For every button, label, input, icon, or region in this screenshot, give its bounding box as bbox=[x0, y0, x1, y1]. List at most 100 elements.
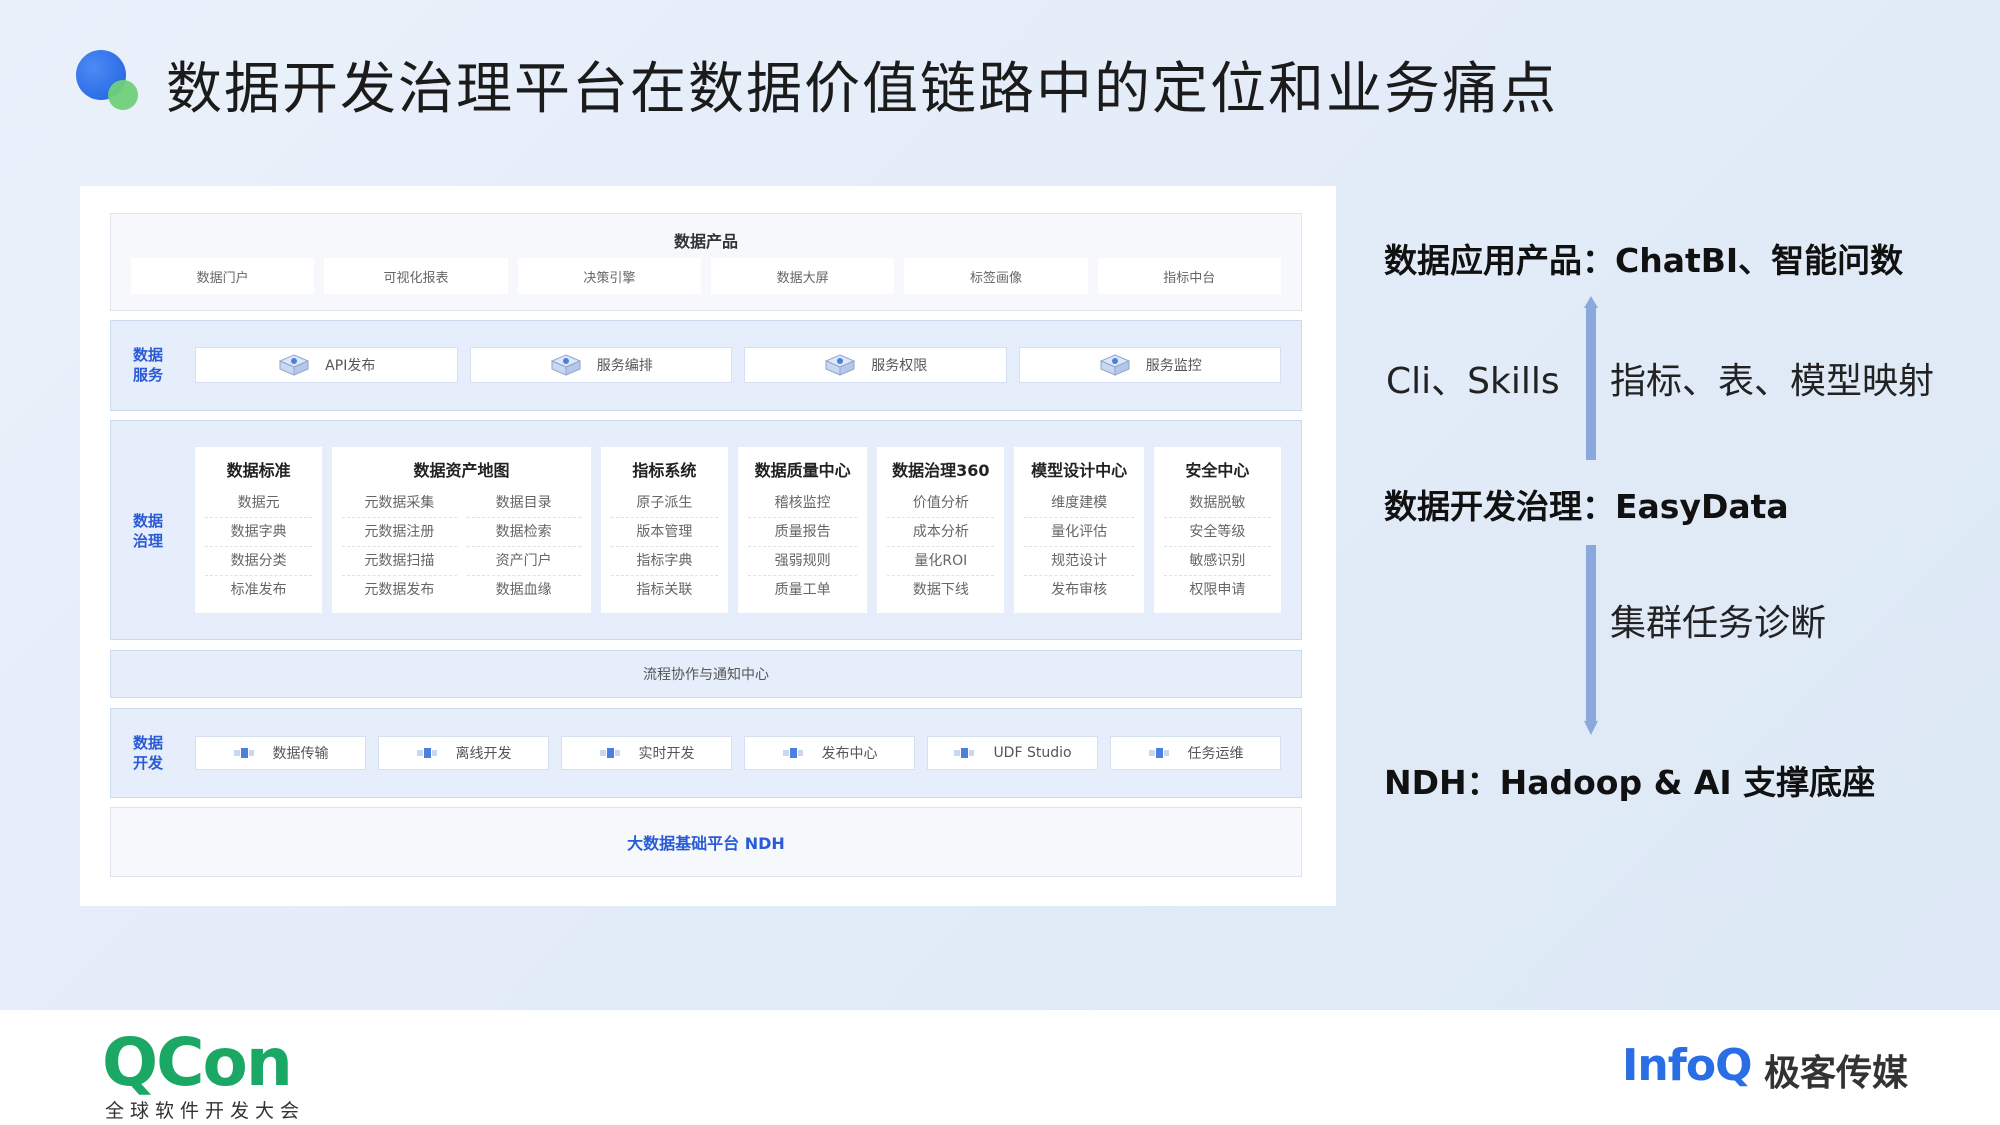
mapping-label: 指标、表、模型映射 bbox=[1610, 361, 1935, 402]
product-item: 决策引擎 bbox=[517, 258, 701, 294]
service-cube-icon bbox=[824, 354, 856, 376]
module-list-item: 安全等级 bbox=[1163, 518, 1271, 547]
data-development-items: 数据传输 离线开发 实时开发 发布中心 UDF Studio 任务运维 bbox=[195, 736, 1281, 770]
module-list-item: 元数据发布 bbox=[364, 582, 435, 598]
module-list: 数据目录 数据检索 资产门户 数据血缘 bbox=[466, 489, 581, 605]
data-governance-label: 数据 治理 bbox=[111, 511, 185, 551]
module-list-item: 规范设计 bbox=[1024, 547, 1134, 576]
module-list-item: 指标关联 bbox=[636, 582, 693, 598]
data-governance-layer: 数据 治理 数据标准 数据元 数据字典 数据分类 标准发布 数据资产地图 元数据… bbox=[110, 420, 1302, 640]
data-product-title: 数据产品 bbox=[673, 232, 738, 251]
module-list: 数据元 数据字典 数据分类 标准发布 bbox=[195, 489, 322, 605]
module-list: 价值分析 成本分析 量化ROI 数据下线 bbox=[877, 489, 1004, 605]
module-list-item: 数据目录 bbox=[466, 489, 581, 518]
dev-item-label: 数据传输 bbox=[272, 746, 329, 762]
module-list-item: 权限申请 bbox=[1189, 582, 1246, 598]
dev-item: 实时开发 bbox=[561, 736, 732, 770]
data-governance-label-line1: 数据 bbox=[132, 512, 163, 530]
qcon-subtitle: 全球软件开发大会 bbox=[105, 1100, 306, 1122]
service-cube-icon bbox=[278, 354, 310, 376]
module-list-item: 指标字典 bbox=[610, 547, 718, 576]
module-data-asset-map: 数据资产地图 元数据采集 元数据注册 元数据扫描 元数据发布 数据目录 数据检索… bbox=[332, 447, 591, 613]
module-list-item: 资产门户 bbox=[466, 547, 581, 576]
arrow-down-icon bbox=[1584, 545, 1598, 735]
service-item-label: API发布 bbox=[325, 358, 376, 374]
product-item: 指标中台 bbox=[1097, 258, 1281, 294]
module-list-item: 量化评估 bbox=[1024, 518, 1134, 547]
module-list-item: 数据字典 bbox=[205, 518, 313, 547]
module-title: 安全中心 bbox=[1185, 461, 1250, 480]
data-service-label-line2: 服务 bbox=[132, 366, 163, 384]
flow-notification-layer: 流程协作与通知中心 bbox=[110, 650, 1302, 698]
qcon-logo: QCon bbox=[102, 1024, 293, 1101]
easydata-label: 数据开发治理：EasyData bbox=[1384, 487, 1789, 526]
data-development-layer: 数据 开发 数据传输 离线开发 实时开发 发布中心 UDF Studio 任务运… bbox=[110, 708, 1302, 798]
data-service-label-line1: 数据 bbox=[132, 346, 163, 364]
module-list: 维度建模 量化评估 规范设计 发布审核 bbox=[1014, 489, 1143, 605]
dev-item: 数据传输 bbox=[195, 736, 366, 770]
module-title: 数据资产地图 bbox=[413, 461, 510, 480]
product-item: 数据门户 bbox=[131, 258, 315, 294]
module-list-item: 元数据扫描 bbox=[342, 547, 457, 576]
service-item: 服务编排 bbox=[469, 347, 732, 383]
module-title: 指标系统 bbox=[632, 461, 697, 480]
dev-module-icon bbox=[1148, 748, 1169, 758]
module-list-item: 数据血缘 bbox=[495, 582, 552, 598]
service-item-label: 服务权限 bbox=[871, 358, 928, 374]
module-list-item: 强弱规则 bbox=[747, 547, 858, 576]
dev-module-icon bbox=[599, 748, 620, 758]
dev-module-icon bbox=[782, 748, 803, 758]
dev-item: 离线开发 bbox=[378, 736, 549, 770]
dev-item-label: 实时开发 bbox=[638, 746, 695, 762]
module-list: 稽核监控 质量报告 强弱规则 质量工单 bbox=[738, 489, 867, 605]
ndh-support-label: NDH：Hadoop & AI 支撑底座 bbox=[1384, 763, 1876, 802]
module-list: 数据脱敏 安全等级 敏感识别 权限申请 bbox=[1154, 489, 1281, 605]
product-item: 可视化报表 bbox=[324, 258, 508, 294]
module-title: 数据标准 bbox=[226, 461, 291, 480]
data-governance-label-line2: 治理 bbox=[132, 532, 163, 550]
module-list: 原子派生 版本管理 指标字典 指标关联 bbox=[601, 489, 728, 605]
service-item: API发布 bbox=[195, 347, 458, 383]
dev-item-label: 发布中心 bbox=[821, 746, 878, 762]
dev-item-label: UDF Studio bbox=[993, 745, 1072, 761]
title-dot-green-icon bbox=[108, 80, 138, 110]
module-list-item: 质量报告 bbox=[747, 518, 858, 547]
dev-item: 任务运维 bbox=[1110, 736, 1281, 770]
module-security-center: 安全中心 数据脱敏 安全等级 敏感识别 权限申请 bbox=[1153, 447, 1281, 613]
dev-module-icon bbox=[233, 748, 254, 758]
service-item-label: 服务监控 bbox=[1145, 358, 1202, 374]
app-product-label: 数据应用产品：ChatBI、智能问数 bbox=[1384, 241, 1904, 280]
module-data-governance-360: 数据治理360 价值分析 成本分析 量化ROI 数据下线 bbox=[877, 447, 1005, 613]
infoq-cn-label: 极客传媒 bbox=[1764, 1053, 1909, 1094]
module-list-item: 数据脱敏 bbox=[1163, 489, 1271, 518]
data-product-items: 数据门户 可视化报表 决策引擎 数据大屏 标签画像 指标中台 bbox=[131, 258, 1281, 294]
module-list-item: 元数据注册 bbox=[342, 518, 457, 547]
arrow-up-icon bbox=[1584, 296, 1598, 460]
module-list-item: 数据元 bbox=[205, 489, 313, 518]
architecture-panel: 数据产品 数据门户 可视化报表 决策引擎 数据大屏 标签画像 指标中台 数据 服… bbox=[80, 186, 1336, 906]
module-list-item: 价值分析 bbox=[887, 489, 995, 518]
service-item: 服务权限 bbox=[744, 347, 1007, 383]
product-item: 数据大屏 bbox=[710, 258, 895, 294]
service-item: 服务监控 bbox=[1018, 347, 1281, 383]
dev-module-icon bbox=[416, 748, 437, 758]
module-list-item: 原子派生 bbox=[610, 489, 718, 518]
module-title: 模型设计中心 bbox=[1031, 461, 1128, 480]
module-two-columns: 元数据采集 元数据注册 元数据扫描 元数据发布 数据目录 数据检索 资产门户 数… bbox=[332, 489, 590, 605]
data-service-label: 数据 服务 bbox=[111, 345, 185, 385]
infoq-logo: InfoQ bbox=[1622, 1040, 1752, 1091]
ndh-base-label: 大数据基础平台 NDH bbox=[627, 834, 785, 853]
dev-item: UDF Studio bbox=[927, 736, 1098, 770]
dev-item-label: 任务运维 bbox=[1187, 746, 1244, 762]
ndh-base-layer: 大数据基础平台 NDH bbox=[110, 807, 1302, 877]
module-list-item: 数据分类 bbox=[205, 547, 313, 576]
footer: QCon 全球软件开发大会 InfoQ 极客传媒 bbox=[0, 1010, 2000, 1125]
cli-skills-label: Cli、Skills bbox=[1386, 361, 1560, 402]
flow-notification-label: 流程协作与通知中心 bbox=[643, 667, 769, 683]
data-service-layer: 数据 服务 API发布 服务编排 服务权限 服务监控 bbox=[110, 320, 1302, 411]
service-cube-icon bbox=[550, 354, 582, 376]
data-service-items: API发布 服务编排 服务权限 服务监控 bbox=[195, 347, 1281, 383]
product-item: 标签画像 bbox=[904, 258, 1088, 294]
dev-item: 发布中心 bbox=[744, 736, 915, 770]
data-product-layer: 数据产品 数据门户 可视化报表 决策引擎 数据大屏 标签画像 指标中台 bbox=[110, 213, 1302, 311]
